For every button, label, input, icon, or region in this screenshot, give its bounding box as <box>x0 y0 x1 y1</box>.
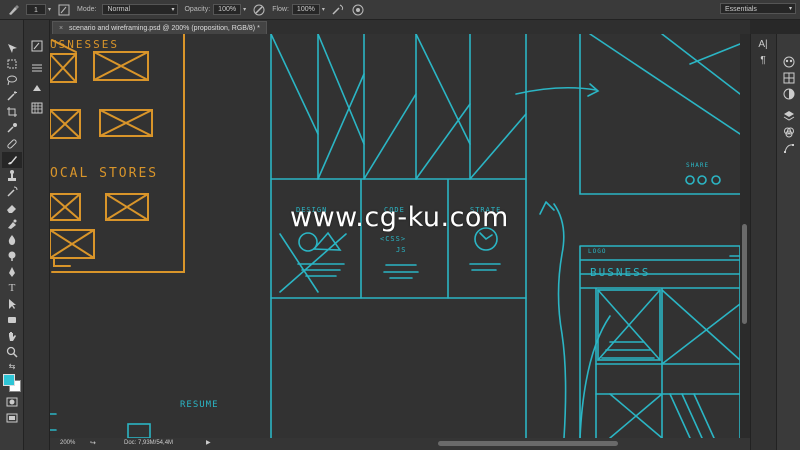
blur-tool-icon[interactable] <box>2 232 22 248</box>
status-bar: 200% ↪ Doc: 7,93M/54,4M ▶ <box>50 438 750 450</box>
channels-panel-icon[interactable] <box>779 124 799 140</box>
doc-size-info: Doc: 7,93M/54,4M <box>124 440 174 446</box>
brush-presets-panel-icon[interactable] <box>27 38 47 54</box>
opacity-slider-toggle[interactable]: ▾ <box>243 6 246 13</box>
right-panel-strip: A| ¶ <box>750 34 776 450</box>
collapsed-panel-strip <box>24 20 50 450</box>
shape-tool-icon[interactable] <box>2 312 22 328</box>
swatches-panel-icon[interactable] <box>779 70 799 86</box>
sketch-heading-local-stores: OCAL STORES <box>50 166 159 181</box>
layers-panel-icon[interactable] <box>779 108 799 124</box>
dodge-tool-icon[interactable] <box>2 248 22 264</box>
marquee-tool-icon[interactable] <box>2 56 22 72</box>
workspace-select[interactable]: Essentials ▾ <box>720 3 796 14</box>
paragraph-panel-icon[interactable]: ¶ <box>753 52 773 68</box>
sketch-label-resume: RESUME <box>180 400 219 410</box>
document-tab[interactable]: × scenario and wireframing.psd @ 200% (p… <box>52 21 267 34</box>
sketch-label-logo: LOGO <box>588 248 607 255</box>
sketch-heading-businesses: USNESSES <box>50 38 119 51</box>
grid-panel-icon[interactable] <box>27 100 47 116</box>
sketch-label-css: <CSS> <box>380 235 407 243</box>
swap-colors-icon[interactable]: ⇆ <box>2 360 22 372</box>
eraser-icon[interactable] <box>2 200 22 216</box>
brush-tool-preset-icon[interactable] <box>6 3 20 17</box>
quick-mask-icon[interactable] <box>2 394 22 410</box>
crop-tool-icon[interactable] <box>2 104 22 120</box>
foreground-color-swatch[interactable] <box>3 374 15 386</box>
healing-brush-icon[interactable] <box>2 136 22 152</box>
lasso-tool-icon[interactable] <box>2 72 22 88</box>
magic-wand-icon[interactable] <box>2 88 22 104</box>
horizontal-scroll-thumb[interactable] <box>438 441 618 446</box>
sketch-label-businesses-right: BUSNESS <box>590 266 651 279</box>
document-canvas[interactable]: USNESSES OCAL STORES DESIGN CODE <CSS> J… <box>50 34 740 438</box>
share-icon[interactable]: ↪ <box>90 439 96 447</box>
pen-tool-icon[interactable] <box>2 264 22 280</box>
color-swatches[interactable] <box>0 372 24 394</box>
flow-label: Flow: <box>272 6 289 13</box>
zoom-tool-icon[interactable] <box>2 344 22 360</box>
document-title: scenario and wireframing.psd @ 200% (pro… <box>69 25 260 32</box>
options-bar: 1 ▾ Mode: Normal ▾ Opacity: 100% ▾ Flow:… <box>0 0 800 20</box>
gradient-tool-icon[interactable] <box>2 216 22 232</box>
brush-preset-picker[interactable]: 1 ▾ <box>26 4 51 15</box>
path-selection-icon[interactable] <box>2 296 22 312</box>
airbrush-icon[interactable] <box>331 3 345 17</box>
brush-panel-toggle-icon[interactable] <box>57 3 71 17</box>
clone-stamp-icon[interactable] <box>2 168 22 184</box>
color-panel-icon[interactable] <box>779 54 799 70</box>
brush-size-value[interactable]: 1 <box>26 4 46 15</box>
type-tool-icon[interactable]: T <box>2 280 22 296</box>
sketch-label-js: JS <box>396 246 407 254</box>
history-brush-icon[interactable] <box>2 184 22 200</box>
clone-source-panel-icon[interactable] <box>27 80 47 96</box>
close-icon[interactable]: × <box>59 25 63 32</box>
document-tab-row: × scenario and wireframing.psd @ 200% (p… <box>50 20 750 34</box>
workspace-value: Essentials <box>725 6 757 13</box>
screen-mode-icon[interactable] <box>2 410 22 426</box>
orange-sketch-layer <box>50 34 185 273</box>
chevron-down-icon: ▾ <box>171 7 175 13</box>
mode-label: Mode: <box>77 6 97 13</box>
pressure-opacity-icon[interactable] <box>252 3 266 17</box>
eyedropper-icon[interactable] <box>2 120 22 136</box>
adjustments-panel-icon[interactable] <box>779 86 799 102</box>
sketch-label-share: SHARE <box>686 162 710 169</box>
hand-tool-icon[interactable] <box>2 328 22 344</box>
paths-panel-icon[interactable] <box>779 140 799 156</box>
play-arrow-icon[interactable]: ▶ <box>206 439 211 446</box>
chevron-down-icon: ▾ <box>788 6 792 12</box>
pressure-size-icon[interactable] <box>351 3 365 17</box>
character-panel-icon[interactable]: A| <box>753 36 773 52</box>
tools-panel: T ⇆ <box>0 20 24 450</box>
opacity-label: Opacity: <box>184 6 211 13</box>
mode-value: Normal <box>107 6 131 13</box>
vertical-scroll-thumb[interactable] <box>742 224 747 324</box>
watermark-text: www.cg-ku.com <box>290 202 509 233</box>
tool-presets-panel-icon[interactable] <box>27 60 47 76</box>
brush-tool-icon[interactable] <box>2 152 22 168</box>
mode-select[interactable]: Normal ▾ <box>102 4 179 15</box>
chevron-down-icon: ▾ <box>48 7 52 13</box>
flow-slider-toggle[interactable]: ▾ <box>322 6 325 13</box>
flow-field[interactable]: 100% <box>291 4 320 15</box>
vertical-scrollbar[interactable] <box>740 34 750 438</box>
move-tool-icon[interactable] <box>2 40 22 56</box>
opacity-field[interactable]: 100% <box>213 4 242 15</box>
zoom-level[interactable]: 200% <box>60 440 75 446</box>
right-dock <box>776 34 800 450</box>
